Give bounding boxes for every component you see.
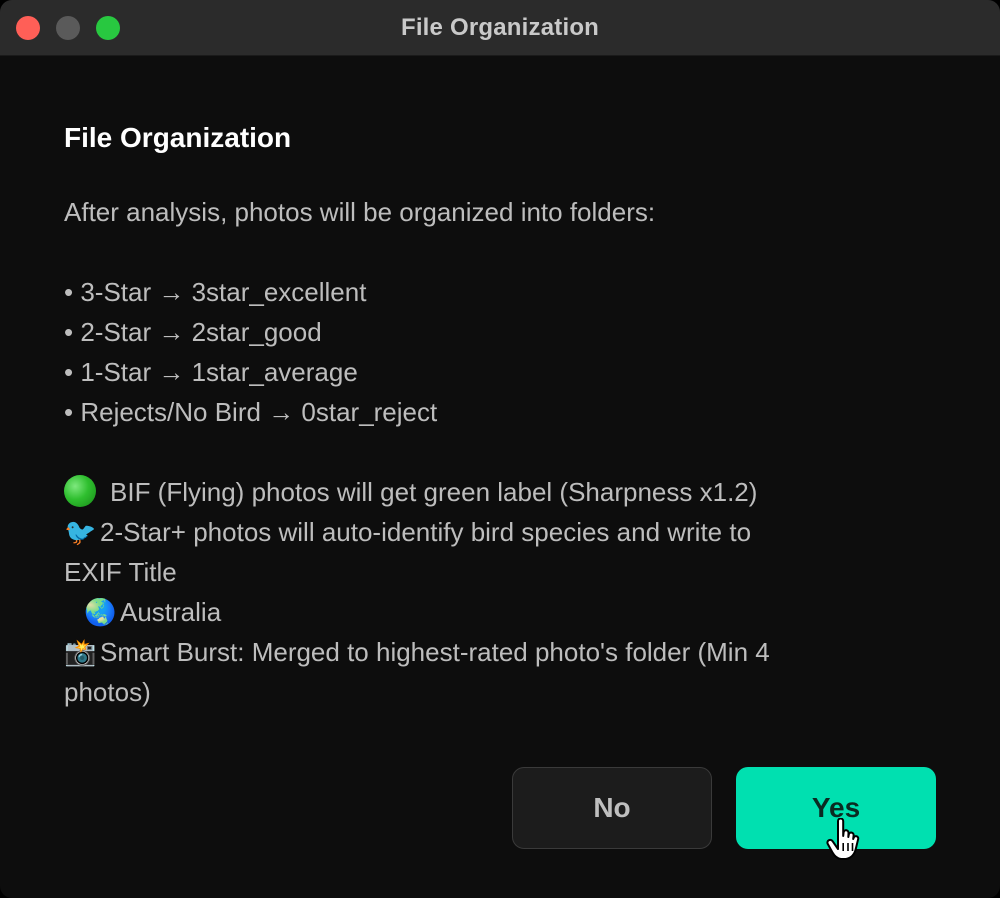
bird-id-note-continued: EXIF Title (64, 557, 177, 587)
folder-rule-reject: • Rejects/No Bird → 0star_reject (64, 397, 438, 427)
window-title: File Organization (400, 14, 600, 41)
title-bar: File Organization (0, 0, 1000, 56)
burst-note-continued: photos) (64, 677, 151, 707)
globe-icon: 🌏 (84, 597, 117, 627)
dialog-buttons: No Yes (512, 767, 936, 849)
dialog-window: File Organization File Organization Afte… (0, 0, 1000, 898)
green-circle-icon (64, 475, 96, 507)
region-line: 🌏 Australia (64, 592, 944, 632)
bif-note-text: BIF (Flying) photos will get green label… (110, 477, 758, 507)
pointer-hand-icon (826, 818, 860, 860)
folder-rule-2star: • 2-Star → 2star_good (64, 317, 322, 347)
bird-icon: 🐦 (64, 517, 97, 547)
no-button[interactable]: No (512, 767, 712, 849)
dialog-content: File Organization After analysis, photos… (64, 118, 944, 707)
dialog-message: After analysis, photos will be organized… (64, 192, 944, 712)
bird-id-note-text: 2-Star+ photos will auto-identify bird s… (100, 517, 752, 547)
folder-rule-1star: • 1-Star → 1star_average (64, 357, 358, 387)
burst-note: 📸 Smart Burst: Merged to highest-rated ph… (64, 632, 944, 672)
bird-id-note: 🐦 2-Star+ photos will auto-identify bird … (64, 512, 944, 552)
camera-flash-icon: 📸 (64, 637, 97, 667)
burst-note-text: Smart Burst: Merged to highest-rated pho… (100, 637, 770, 667)
bif-note: BIF (Flying) photos will get green label… (64, 472, 944, 512)
folder-rule-3star: • 3-Star → 3star_excellent (64, 277, 367, 307)
intro-text: After analysis, photos will be organized… (64, 197, 656, 227)
dialog-heading: File Organization (64, 122, 292, 153)
region-text: Australia (120, 597, 222, 627)
